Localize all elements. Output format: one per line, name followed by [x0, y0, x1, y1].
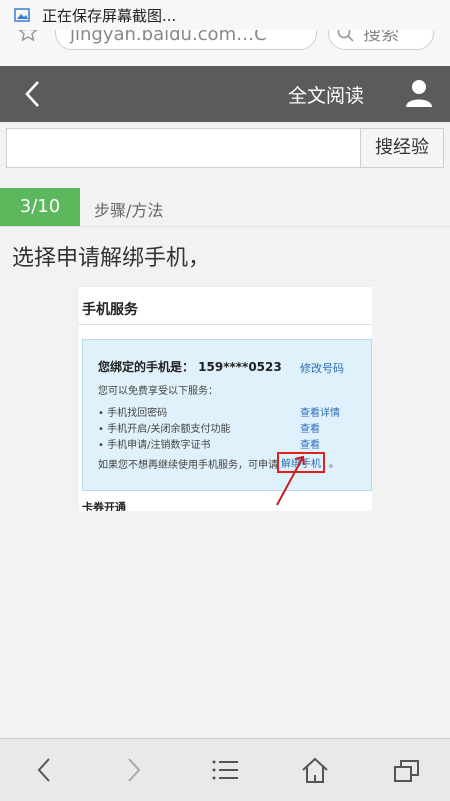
section-label: 步骤/方法 — [94, 201, 164, 220]
browser-url-row: jingyan.baidu.com…C 搜索 — [0, 30, 450, 66]
step-row: 3/10 步骤/方法 — [0, 188, 450, 227]
service-item: • 手机申请/注销数字证书 — [98, 440, 211, 451]
note-period: 。 — [329, 459, 339, 470]
bound-phone-text: 您绑定的手机是： 159****0523 — [98, 360, 282, 374]
forward-icon[interactable] — [118, 755, 148, 785]
bottom-nav — [0, 738, 450, 801]
divider — [79, 324, 372, 325]
embedded-bottom-text: 卡券开通 — [82, 501, 126, 511]
search-row: 搜经验 — [0, 122, 450, 180]
status-notification: 正在保存屏幕截图... — [42, 6, 177, 25]
menu-icon[interactable] — [210, 755, 240, 785]
service-item: • 手机找回密码 — [98, 408, 168, 419]
full-text-button[interactable]: 全文阅读 — [288, 81, 364, 108]
service-link: 查看详情 — [300, 408, 340, 419]
browser-search-button[interactable]: 搜索 — [328, 30, 434, 50]
browser-search-label: 搜索 — [363, 30, 399, 45]
back-icon[interactable] — [30, 755, 60, 785]
star-icon[interactable] — [16, 30, 40, 54]
tabs-icon[interactable] — [392, 755, 422, 785]
user-icon[interactable] — [404, 78, 434, 108]
service-link: 查看 — [300, 424, 320, 435]
url-bar[interactable]: jingyan.baidu.com…C — [55, 30, 317, 50]
unbind-note: 如果您不想再继续使用手机服务，可申请 — [98, 460, 278, 471]
search-experience-button[interactable]: 搜经验 — [360, 128, 444, 168]
status-bar: 正在保存屏幕截图... — [0, 0, 450, 30]
phone-service-panel: 您绑定的手机是： 159****0523 修改号码 您可以免费享受以下服务： •… — [82, 339, 372, 491]
embedded-title: 手机服务 — [82, 302, 138, 318]
back-arrow-icon[interactable] — [22, 80, 46, 108]
step-badge: 3/10 — [0, 188, 80, 226]
red-arrow-icon — [276, 455, 305, 506]
step-image: 手机服务 您绑定的手机是： 159****0523 修改号码 您可以免费享受以下… — [79, 286, 372, 511]
home-icon[interactable] — [300, 755, 330, 785]
page-header: 全文阅读 — [0, 66, 450, 122]
service-item: • 手机开启/关闭余额支付功能 — [98, 424, 231, 435]
search-icon — [337, 30, 354, 42]
modify-number-link: 修改号码 — [300, 362, 344, 375]
search-input[interactable] — [6, 128, 361, 168]
image-icon — [14, 8, 30, 22]
intro-text: 您可以免费享受以下服务： — [98, 386, 218, 397]
step-text: 选择申请解绑手机， — [12, 246, 211, 271]
